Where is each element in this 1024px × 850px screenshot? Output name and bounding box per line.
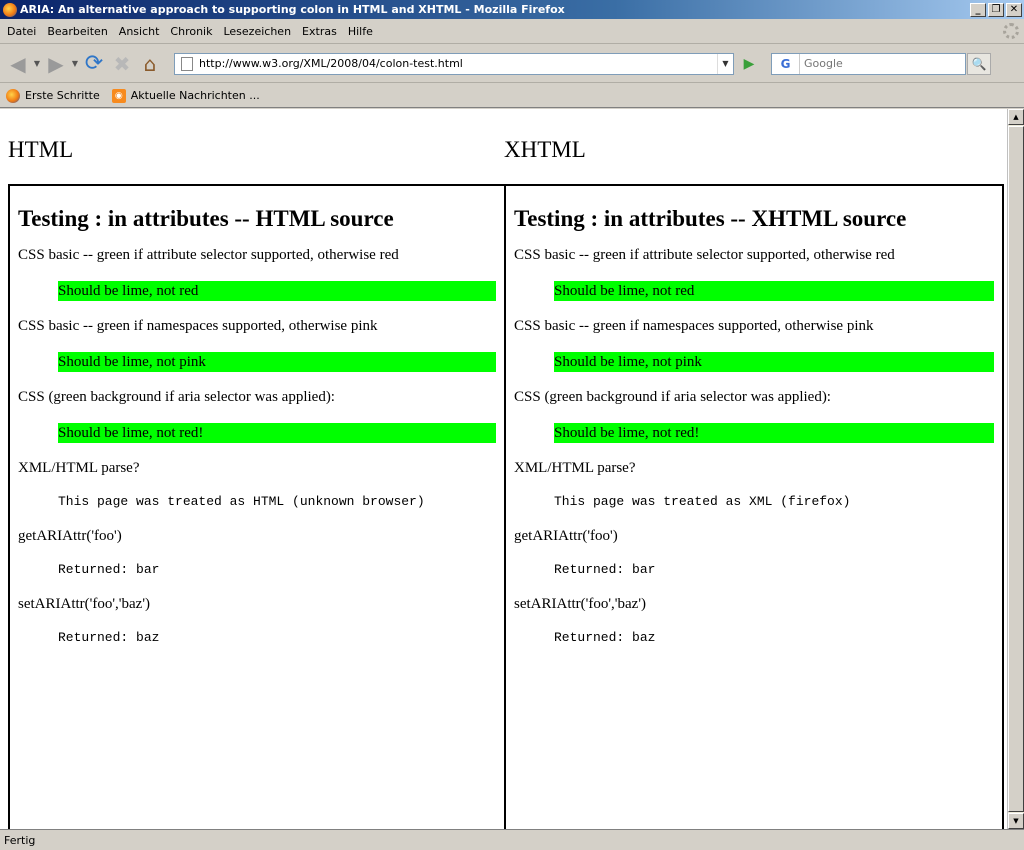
window-controls: _ ❐ ✕ bbox=[970, 2, 1022, 17]
navigation-toolbar: ◀ ▼ ▶ ▼ ⟳ ✖ ⌂ ▼ ▶ G 🔍 bbox=[0, 45, 1024, 83]
test-label: setARIAttr('foo','baz') bbox=[18, 596, 151, 612]
menu-bar: Datei Bearbeiten Ansicht Chronik Lesezei… bbox=[0, 19, 1024, 44]
test-result-text: This page was treated as HTML (unknown b… bbox=[58, 494, 425, 509]
test-label: getARIAttr('foo') bbox=[514, 528, 618, 544]
test-result-lime: Should be lime, not pink bbox=[554, 352, 994, 372]
firefox-icon bbox=[6, 88, 20, 103]
bookmark-label: Erste Schritte bbox=[25, 89, 100, 102]
test-result-lime: Should be lime, not red! bbox=[554, 423, 994, 443]
url-input[interactable] bbox=[199, 57, 717, 70]
page-icon bbox=[181, 56, 193, 71]
bookmark-aktuelle-nachrichten[interactable]: ◉ Aktuelle Nachrichten ... bbox=[111, 88, 260, 103]
frame-title: Testing : in attributes -- HTML source bbox=[18, 206, 394, 231]
test-label: setARIAttr('foo','baz') bbox=[514, 596, 647, 612]
close-button[interactable]: ✕ bbox=[1006, 2, 1022, 17]
test-label: CSS (green background if aria selector w… bbox=[514, 389, 831, 405]
test-label: CSS basic -- green if namespaces support… bbox=[18, 318, 378, 334]
html-column-heading: HTML bbox=[8, 137, 74, 162]
back-history-dropdown[interactable]: ▼ bbox=[32, 50, 42, 78]
menu-bearbeiten[interactable]: Bearbeiten bbox=[44, 25, 115, 38]
test-result-lime: Should be lime, not red bbox=[58, 281, 496, 301]
test-result-text: Returned: baz bbox=[554, 630, 656, 645]
scroll-thumb[interactable] bbox=[1008, 126, 1024, 812]
test-label: XML/HTML parse? bbox=[514, 460, 636, 476]
minimize-button[interactable]: _ bbox=[970, 2, 986, 17]
xhtml-column-heading: XHTML bbox=[504, 137, 586, 162]
test-result-lime: Should be lime, not red! bbox=[58, 423, 496, 443]
google-engine-icon[interactable]: G bbox=[772, 53, 800, 74]
restore-button[interactable]: ❐ bbox=[988, 2, 1004, 17]
home-button[interactable]: ⌂ bbox=[136, 50, 164, 78]
menu-extras[interactable]: Extras bbox=[299, 25, 345, 38]
test-label: CSS basic -- green if attribute selector… bbox=[18, 247, 399, 263]
test-result-text: Returned: bar bbox=[58, 562, 160, 577]
test-label: CSS basic -- green if attribute selector… bbox=[514, 247, 895, 263]
bookmark-label: Aktuelle Nachrichten ... bbox=[130, 89, 260, 102]
window-title: ARIA: An alternative approach to support… bbox=[20, 3, 565, 16]
scroll-down-button[interactable]: ▼ bbox=[1008, 813, 1024, 829]
search-input[interactable] bbox=[800, 57, 965, 70]
menu-ansicht[interactable]: Ansicht bbox=[116, 25, 168, 38]
menu-hilfe[interactable]: Hilfe bbox=[345, 25, 381, 38]
test-label: CSS (green background if aria selector w… bbox=[18, 389, 335, 405]
search-bar[interactable]: G bbox=[771, 52, 966, 75]
vertical-scrollbar[interactable]: ▲ ▼ bbox=[1007, 109, 1024, 829]
frame-title: Testing : in attributes -- XHTML source bbox=[514, 206, 907, 231]
test-result-lime: Should be lime, not red bbox=[554, 281, 994, 301]
test-result-text: Returned: bar bbox=[554, 562, 656, 577]
test-result-lime: Should be lime, not pink bbox=[58, 352, 496, 372]
page-content: HTML XHTML Testing : in attributes -- HT… bbox=[0, 109, 1007, 829]
url-bar[interactable]: ▼ bbox=[174, 52, 734, 75]
status-text: Fertig bbox=[4, 833, 36, 847]
forward-history-dropdown[interactable]: ▼ bbox=[70, 50, 80, 78]
html-source-frame: Testing : in attributes -- HTML source C… bbox=[8, 184, 506, 829]
reload-button[interactable]: ⟳ bbox=[80, 50, 108, 78]
test-label: getARIAttr('foo') bbox=[18, 528, 122, 544]
url-history-dropdown[interactable]: ▼ bbox=[717, 53, 733, 74]
test-label: XML/HTML parse? bbox=[18, 460, 140, 476]
menu-datei[interactable]: Datei bbox=[4, 25, 44, 38]
bookmarks-toolbar: Erste Schritte ◉ Aktuelle Nachrichten ..… bbox=[0, 84, 1024, 108]
firefox-icon bbox=[3, 2, 17, 17]
test-label: CSS basic -- green if namespaces support… bbox=[514, 318, 874, 334]
bookmark-erste-schritte[interactable]: Erste Schritte bbox=[6, 88, 100, 103]
back-button[interactable]: ◀ bbox=[4, 50, 32, 78]
throbber-icon bbox=[1003, 23, 1019, 39]
search-button[interactable]: 🔍 bbox=[967, 52, 991, 75]
menu-lesezeichen[interactable]: Lesezeichen bbox=[220, 25, 299, 38]
test-result-text: This page was treated as XML (firefox) bbox=[554, 494, 851, 509]
rss-icon: ◉ bbox=[111, 88, 126, 103]
scroll-up-button[interactable]: ▲ bbox=[1008, 109, 1024, 125]
forward-button[interactable]: ▶ bbox=[42, 50, 70, 78]
xhtml-source-frame: Testing : in attributes -- XHTML source … bbox=[504, 184, 1004, 829]
menu-chronik[interactable]: Chronik bbox=[167, 25, 220, 38]
test-result-text: Returned: baz bbox=[58, 630, 160, 645]
title-bar: ARIA: An alternative approach to support… bbox=[0, 0, 1024, 19]
go-button[interactable]: ▶ bbox=[737, 53, 761, 75]
status-bar: Fertig bbox=[0, 829, 1024, 850]
stop-button[interactable]: ✖ bbox=[108, 50, 136, 78]
